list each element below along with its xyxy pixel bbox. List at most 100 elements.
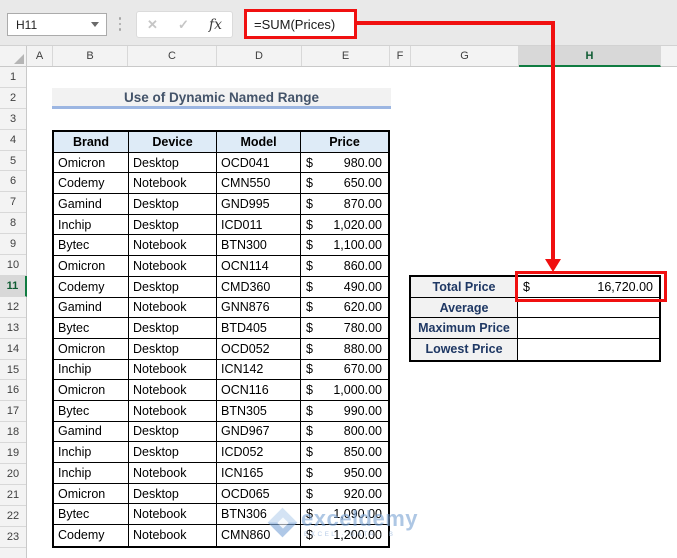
cell-price[interactable]: $1,200.00 — [301, 525, 388, 546]
cell-model[interactable]: OCN114 — [217, 256, 301, 277]
cell-model[interactable]: GND967 — [217, 421, 301, 443]
row-header-15[interactable]: 15 — [0, 360, 26, 381]
summary-label-maximum-price[interactable]: Maximum Price — [411, 318, 518, 340]
cell-brand[interactable]: Bytec — [54, 318, 129, 339]
row-header-14[interactable]: 14 — [0, 339, 26, 360]
cell-model[interactable]: BTN300 — [217, 235, 301, 257]
row-header-7[interactable]: 7 — [0, 192, 26, 214]
cell-brand[interactable]: Omicron — [54, 152, 129, 174]
cell-model[interactable]: BTN306 — [217, 504, 301, 526]
insert-function-icon[interactable]: fx — [209, 17, 222, 33]
summary-label-average[interactable]: Average — [411, 297, 518, 319]
cell-price[interactable]: $670.00 — [301, 359, 388, 381]
cell-price[interactable]: $950.00 — [301, 463, 388, 484]
cell-model[interactable]: CMD360 — [217, 276, 301, 298]
row-header-17[interactable]: 17 — [0, 401, 26, 423]
cell-brand[interactable]: Inchip — [54, 463, 129, 484]
cell-device[interactable]: Notebook — [129, 256, 217, 277]
column-header-G[interactable]: G — [411, 46, 519, 66]
cell-brand[interactable]: Inchip — [54, 359, 129, 381]
cell-model[interactable]: OCN116 — [217, 380, 301, 401]
column-header-F[interactable]: F — [390, 46, 411, 66]
cell-brand[interactable]: Omicron — [54, 380, 129, 401]
column-header-H[interactable]: H — [519, 46, 661, 67]
cell-model[interactable]: ICD011 — [217, 214, 301, 236]
cell-brand[interactable]: Bytec — [54, 400, 129, 422]
row-header-6[interactable]: 6 — [0, 172, 26, 193]
row-header-9[interactable]: 9 — [0, 234, 26, 256]
summary-value-average[interactable] — [518, 297, 659, 319]
column-header-E[interactable]: E — [302, 46, 390, 66]
row-header-3[interactable]: 3 — [0, 109, 26, 130]
cell-price[interactable]: $980.00 — [301, 152, 388, 174]
cell-price[interactable]: $880.00 — [301, 338, 388, 360]
cell-price[interactable]: $490.00 — [301, 276, 388, 298]
cell-device[interactable]: Desktop — [129, 338, 217, 360]
products-header-model[interactable]: Model — [217, 132, 301, 153]
cell-device[interactable]: Notebook — [129, 504, 217, 526]
summary-value-lowest-price[interactable] — [518, 339, 659, 360]
cell-price[interactable]: $780.00 — [301, 318, 388, 339]
cell-brand[interactable]: Gamind — [54, 194, 129, 215]
cell-model[interactable]: BTD405 — [217, 318, 301, 339]
cell-price[interactable]: $1,000.00 — [301, 380, 388, 401]
cell-device[interactable]: Notebook — [129, 380, 217, 401]
cell-model[interactable]: OCD065 — [217, 483, 301, 505]
cell-brand[interactable]: Gamind — [54, 297, 129, 319]
cell-brand[interactable]: Inchip — [54, 214, 129, 236]
cell-model[interactable]: GND995 — [217, 194, 301, 215]
cell-price[interactable]: $1,100.00 — [301, 235, 388, 257]
cell-price[interactable]: $920.00 — [301, 483, 388, 505]
cell-price[interactable]: $800.00 — [301, 421, 388, 443]
cell-brand[interactable]: Omicron — [54, 338, 129, 360]
cell-price[interactable]: $650.00 — [301, 173, 388, 195]
cell-brand[interactable]: Codemy — [54, 525, 129, 546]
cancel-icon[interactable]: ✕ — [147, 17, 158, 33]
cell-price[interactable]: $850.00 — [301, 442, 388, 463]
cell-device[interactable]: Desktop — [129, 276, 217, 298]
name-box[interactable]: H11 — [7, 13, 107, 36]
cell-price[interactable]: $860.00 — [301, 256, 388, 277]
cell-device[interactable]: Notebook — [129, 173, 217, 195]
cell-device[interactable]: Desktop — [129, 421, 217, 443]
row-header-19[interactable]: 19 — [0, 443, 26, 465]
cell-price[interactable]: $1,090.00 — [301, 504, 388, 526]
cell-device[interactable]: Desktop — [129, 442, 217, 463]
row-header-2[interactable]: 2 — [0, 88, 26, 109]
products-header-device[interactable]: Device — [129, 132, 217, 153]
summary-label-lowest-price[interactable]: Lowest Price — [411, 339, 518, 360]
cell-brand[interactable]: Codemy — [54, 276, 129, 298]
cell-brand[interactable]: Bytec — [54, 504, 129, 526]
cell-device[interactable]: Notebook — [129, 463, 217, 484]
cell-model[interactable]: OCD041 — [217, 152, 301, 174]
summary-value-maximum-price[interactable] — [518, 318, 659, 340]
cell-model[interactable]: CMN550 — [217, 173, 301, 195]
cell-device[interactable]: Notebook — [129, 400, 217, 422]
row-header-5[interactable]: 5 — [0, 151, 26, 172]
cell-device[interactable]: Desktop — [129, 483, 217, 505]
cell-device[interactable]: Desktop — [129, 318, 217, 339]
cell-price[interactable]: $990.00 — [301, 400, 388, 422]
cell-device[interactable]: Notebook — [129, 297, 217, 319]
row-header-24[interactable] — [0, 548, 26, 558]
row-header-4[interactable]: 4 — [0, 130, 26, 151]
select-all-corner[interactable] — [0, 46, 27, 66]
title-cell[interactable]: Use of Dynamic Named Range — [52, 88, 391, 109]
cell-device[interactable]: Notebook — [129, 525, 217, 546]
name-box-dropdown-icon[interactable] — [91, 22, 99, 27]
row-header-11[interactable]: 11 — [0, 276, 27, 297]
cell-brand[interactable]: Bytec — [54, 235, 129, 257]
cell-price[interactable]: $870.00 — [301, 194, 388, 215]
cell-device[interactable]: Notebook — [129, 235, 217, 257]
row-header-16[interactable]: 16 — [0, 381, 26, 402]
cell-device[interactable]: Desktop — [129, 194, 217, 215]
cell-brand[interactable]: Omicron — [54, 483, 129, 505]
cell-model[interactable]: GNN876 — [217, 297, 301, 319]
cell-brand[interactable]: Gamind — [54, 421, 129, 443]
row-header-21[interactable]: 21 — [0, 485, 26, 506]
cell-price[interactable]: $620.00 — [301, 297, 388, 319]
cell-model[interactable]: CMN860 — [217, 525, 301, 546]
row-header-13[interactable]: 13 — [0, 318, 26, 339]
cell-brand[interactable]: Inchip — [54, 442, 129, 463]
row-header-8[interactable]: 8 — [0, 213, 26, 235]
